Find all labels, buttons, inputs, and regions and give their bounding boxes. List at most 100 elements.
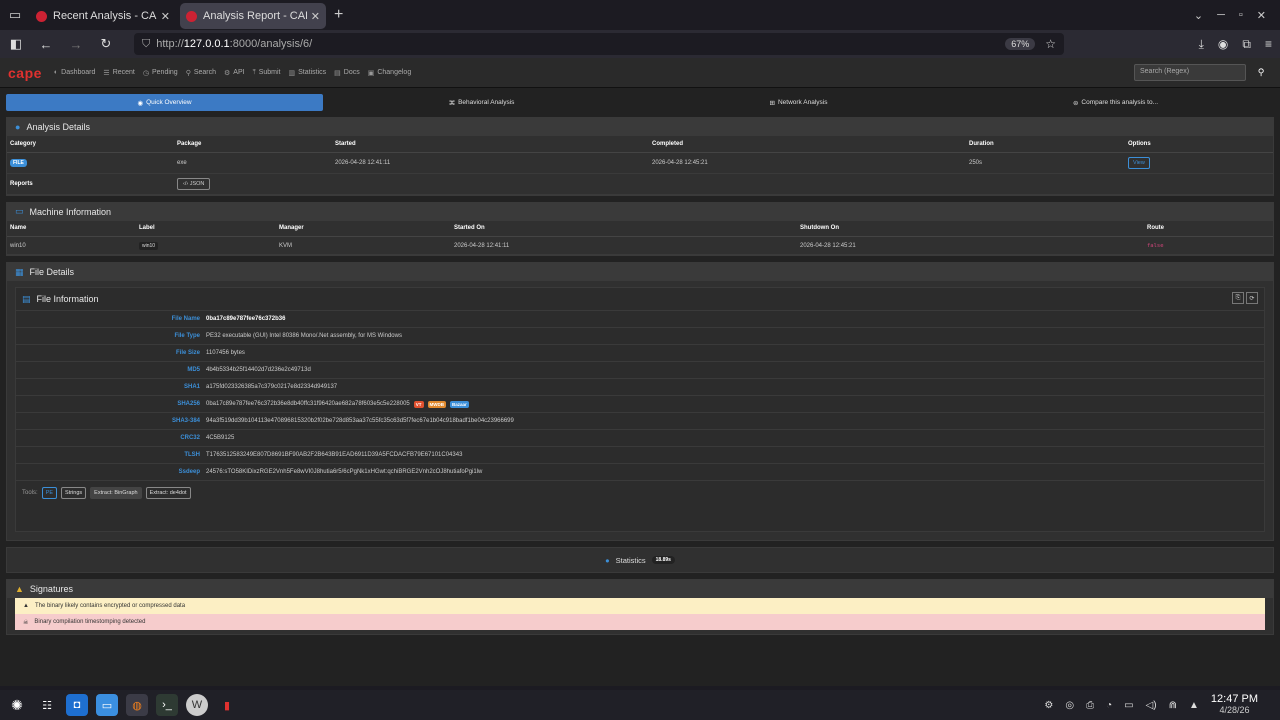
clock[interactable]: 12:47 PM 4/28/26: [1211, 694, 1258, 716]
bazaar-link-badge[interactable]: Bazaar: [450, 400, 469, 408]
file-info-row: SHA256 0ba17c89e787fee76c372b36e8db40ffc…: [16, 395, 1264, 412]
book-icon: ▤: [334, 69, 341, 77]
strings-tool-button[interactable]: Strings: [61, 487, 87, 499]
pe-tool-button[interactable]: PE: [41, 487, 58, 499]
file-info-row: TLSH T1763512583249E807D8691BF90AB2F2B64…: [16, 446, 1264, 463]
nav-docs[interactable]: ▤ Docs: [334, 69, 360, 77]
field-key: SHA256: [177, 401, 200, 407]
url-bar[interactable]: ⛉ http://127.0.0.1:8000/analysis/6/ 67% …: [134, 33, 1064, 55]
statistics-toggle[interactable]: ● Statistics 18.89s: [6, 547, 1274, 573]
account-icon[interactable]: ◉: [1218, 37, 1228, 52]
forward-icon[interactable]: →: [68, 37, 84, 52]
completed-cell: 2026-04-28 12:45:21: [649, 152, 966, 174]
nav-recent[interactable]: ☰ Recent: [103, 69, 134, 77]
vm-manager-icon[interactable]: W: [186, 694, 208, 716]
file-info-row: File Size 1107456 bytes: [16, 344, 1264, 361]
signature-item[interactable]: ☠ Binary compilation timestomping detect…: [15, 614, 1265, 630]
field-value: 0ba17c89e787fee76c372b36e8db40ffc31f9642…: [206, 401, 410, 407]
nav-changelog[interactable]: ▣ Changelog: [368, 69, 412, 77]
browser-tab-report[interactable]: Analysis Report - CAPE Sandbox ✕: [180, 3, 326, 29]
field-key: TLSH: [184, 452, 200, 458]
maximize-icon[interactable]: ▫: [1239, 9, 1243, 22]
bookmark-star-icon[interactable]: ☆: [1045, 37, 1056, 51]
tab-compare[interactable]: ⊜ Compare this analysis to...: [957, 94, 1274, 111]
upload-icon: ⤒: [252, 68, 256, 76]
nav-dashboard[interactable]: ◐ Dashboard: [54, 69, 95, 76]
col-header: Name: [7, 220, 136, 237]
col-header: Options: [1125, 136, 1273, 153]
compare-icon: ⊜: [1072, 99, 1079, 107]
mwdb-link-badge[interactable]: MWDB: [427, 400, 447, 408]
shield-icon: ⛉: [142, 37, 151, 50]
cape-logo[interactable]: cape: [8, 65, 42, 81]
stopwatch-icon: ●: [605, 555, 610, 565]
file-info-row: CRC32 4C5B9125: [16, 429, 1264, 446]
clipboard-tray-icon[interactable]: ◎: [1065, 700, 1074, 711]
vt-link-badge[interactable]: VT: [413, 400, 424, 408]
nav-search[interactable]: ⚲ Search: [186, 69, 216, 77]
printer-tray-icon[interactable]: ⎙: [1086, 700, 1094, 711]
field-value: a175fd023326385a7c379c0217e8d2334d949137: [206, 384, 338, 390]
tab-list-chevron-icon[interactable]: ⌄: [1194, 9, 1203, 22]
close-tab-icon[interactable]: ✕: [161, 10, 170, 23]
list-icon: ☰: [103, 69, 110, 77]
col-header: Package: [174, 136, 332, 153]
analysis-details-table: Category Package Started Completed Durat…: [7, 136, 1273, 195]
panel-header: ▦ File Details: [7, 263, 1273, 281]
sidebar-icon[interactable]: ◧: [8, 36, 24, 52]
tab-title: Recent Analysis - CAPE Sandbox: [53, 10, 157, 22]
copy-icon[interactable]: ⎘: [1232, 292, 1244, 304]
close-tab-icon[interactable]: ✕: [311, 10, 320, 23]
network-tray-icon[interactable]: ⚙: [1044, 700, 1053, 711]
downloads-icon[interactable]: ⤓: [1199, 37, 1204, 52]
started-cell: 2026-04-28 12:41:11: [332, 152, 649, 174]
close-window-icon[interactable]: ✕: [1257, 9, 1266, 22]
warning-triangle-icon: ▲: [23, 603, 29, 609]
cape-app-icon[interactable]: ▮: [216, 694, 238, 716]
tab-overview-icon[interactable]: ▭: [4, 4, 26, 26]
tool-output-area: [16, 505, 1264, 531]
browser-tab-recent[interactable]: Recent Analysis - CAPE Sandbox ✕: [30, 3, 176, 29]
back-icon[interactable]: ←: [38, 37, 54, 52]
store-icon[interactable]: ◘: [66, 694, 88, 716]
view-options-button[interactable]: View: [1128, 156, 1150, 169]
nav-pending[interactable]: ◷ Pending: [143, 69, 178, 77]
zoom-level[interactable]: 67%: [1005, 38, 1036, 50]
search-button-icon[interactable]: ⚲: [1250, 64, 1272, 81]
signature-item[interactable]: ▲ The binary likely contains encrypted o…: [15, 598, 1265, 614]
search-input[interactable]: Search (Regex): [1134, 64, 1246, 81]
nav-statistics[interactable]: ▥ Statistics: [289, 69, 327, 77]
file-manager-icon[interactable]: ▭: [96, 694, 118, 716]
duration-cell: 250s: [966, 152, 1125, 174]
network-icon: ⊞: [769, 99, 775, 107]
terminal-icon[interactable]: ›_: [156, 694, 178, 716]
minimize-icon[interactable]: ─: [1217, 9, 1225, 22]
tab-behavioral-analysis[interactable]: ⌘ Behavioral Analysis: [323, 94, 640, 111]
sub-panel-header: ▤ File Information ⎘ ⟳: [16, 288, 1264, 310]
tab-quick-overview[interactable]: ◉ Quick Overview: [6, 94, 323, 111]
wifi-icon[interactable]: ⋒: [1169, 700, 1177, 711]
json-report-button[interactable]: ‹/› JSON: [177, 177, 211, 190]
de4dot-tool-button[interactable]: Extract: de4dot: [145, 487, 191, 499]
bingraph-tool-button[interactable]: Extract: BinGraph: [90, 487, 142, 499]
display-tray-icon[interactable]: ▭: [1124, 700, 1133, 711]
refresh-icon[interactable]: ⟳: [1246, 292, 1258, 304]
tray-expand-icon[interactable]: ▲: [1189, 700, 1199, 711]
nav-submit[interactable]: ⤒ Submit: [253, 69, 281, 77]
new-tab-icon[interactable]: +: [334, 6, 343, 24]
app-launcher-icon[interactable]: ✺: [6, 694, 28, 716]
reload-icon[interactable]: ↻: [98, 36, 114, 52]
nav-api[interactable]: ⚙ API: [224, 69, 245, 77]
settings-sliders-icon[interactable]: ☷: [36, 694, 58, 716]
col-header: Category: [7, 136, 174, 153]
notifications-tray-icon[interactable]: ◔: [1106, 700, 1112, 711]
volume-icon[interactable]: ◁): [1146, 700, 1157, 711]
firefox-icon[interactable]: ◍: [126, 694, 148, 716]
field-key: Ssdeep: [178, 469, 200, 475]
extensions-icon[interactable]: ⧉: [1242, 37, 1251, 52]
tab-network-analysis[interactable]: ⊞ Network Analysis: [640, 94, 957, 111]
menu-icon[interactable]: ≡: [1265, 37, 1272, 52]
category-badge: FILE: [10, 158, 27, 167]
warning-icon: ▲: [15, 584, 24, 594]
field-key: MD5: [187, 367, 200, 373]
